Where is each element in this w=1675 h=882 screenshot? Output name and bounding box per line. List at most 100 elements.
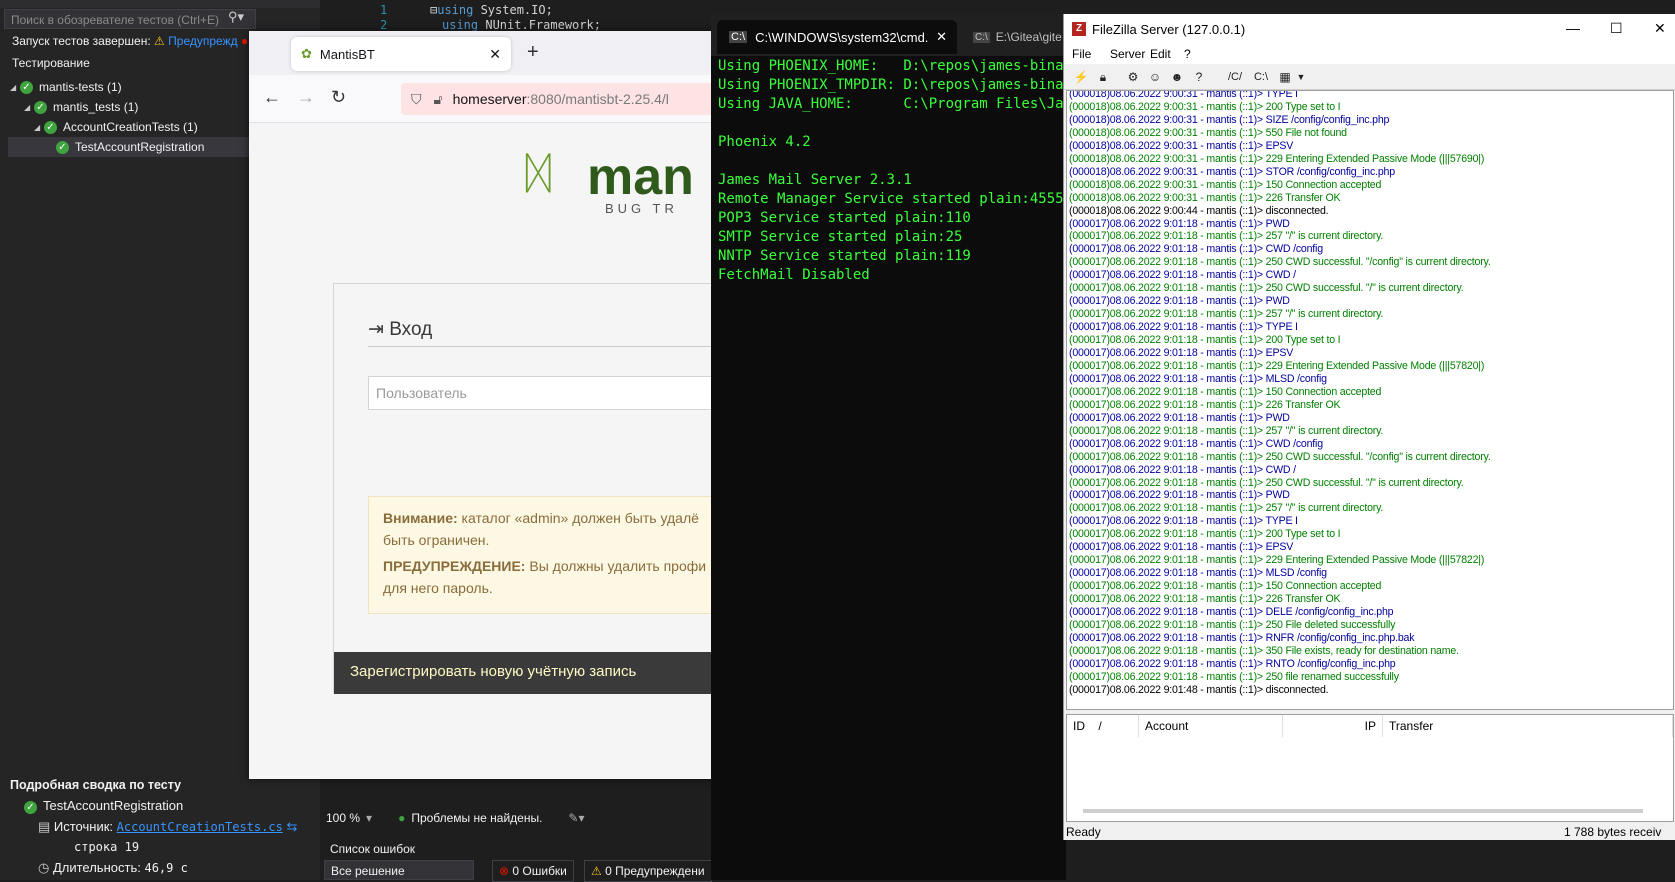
log-line: (000017)08.06.2022 9:01:18 - mantis (::1…: [1069, 385, 1382, 398]
browser-tab-mantisbt[interactable]: ✿ MantisBT ✕: [291, 37, 511, 71]
passed-icon: ✓: [56, 140, 69, 154]
console-line: FetchMail Disabled: [718, 267, 870, 283]
tree-item-test[interactable]: ✓ TestAccountRegistration: [8, 137, 250, 157]
brush-icon[interactable]: ✎▾: [568, 811, 584, 825]
source-file-link[interactable]: AccountCreationTests.cs: [117, 820, 283, 834]
log-line: (000017)08.06.2022 9:01:18 - mantis (::1…: [1069, 437, 1323, 450]
search-icon[interactable]: ⚲▾: [228, 9, 244, 25]
log-line: (000017)08.06.2022 9:01:18 - mantis (::1…: [1069, 424, 1384, 437]
forward-button[interactable]: →: [297, 87, 315, 108]
tree-item-label: AccountCreationTests (1): [63, 120, 198, 134]
connect-icon[interactable]: ⚡: [1072, 68, 1090, 86]
path-unix-button[interactable]: /C/: [1222, 68, 1248, 86]
zoom-select[interactable]: 100 %: [326, 811, 360, 825]
username-input[interactable]: Пользователь: [368, 376, 719, 410]
lock-icon[interactable]: 🔒︎: [1094, 68, 1112, 86]
log-line: (000017)08.06.2022 9:01:18 - mantis (::1…: [1069, 243, 1323, 256]
errors-filter-button[interactable]: ⊗ 0 Ошибки: [492, 860, 574, 882]
close-tab-icon[interactable]: ✕: [936, 29, 947, 45]
scope-select[interactable]: Все решение: [324, 860, 474, 880]
admin-warning-alert: Внимание: каталог «admin» должен быть уд…: [368, 496, 719, 614]
reload-button[interactable]: ↻: [331, 87, 346, 108]
code-editor[interactable]: 1 ⊟using System.IO; 2 using NUnit.Framew…: [320, 0, 714, 32]
mantis-bug-icon: ᛞ: [525, 149, 552, 198]
menu-file[interactable]: File: [1072, 47, 1091, 61]
log-line: (000017)08.06.2022 9:01:18 - mantis (::1…: [1069, 606, 1394, 618]
tree-item-label: TestAccountRegistration: [75, 140, 205, 154]
summary-line-num: 19: [124, 840, 140, 854]
log-line: (000017)08.06.2022 9:01:18 - mantis (::1…: [1069, 217, 1290, 230]
chevron-down-icon[interactable]: ▼: [1292, 68, 1310, 86]
users-icon[interactable]: ☺: [1146, 68, 1164, 86]
expand-icon[interactable]: ◢: [34, 123, 44, 132]
code-keyword: using: [442, 18, 479, 32]
menu-server[interactable]: Server: [1110, 47, 1145, 61]
shield-icon[interactable]: ⛉: [411, 91, 422, 108]
code-line[interactable]: ⊟using System.IO;: [430, 3, 553, 17]
summary-test-row: ✓ TestAccountRegistration: [24, 798, 183, 814]
summary-duration-row: ◷ Длительность: 46,9 с: [38, 860, 188, 876]
column-id-label: ID: [1073, 719, 1085, 733]
maximize-button[interactable]: ☐: [1610, 20, 1623, 37]
column-account[interactable]: Account: [1139, 715, 1283, 737]
log-line: (000017)08.06.2022 9:01:18 - mantis (::1…: [1069, 515, 1298, 528]
editor-status-and-errors: 100 % ▾ ● Проблемы не найдены. ✎▾ Список…: [320, 800, 714, 882]
filezilla-server-window: Z FileZilla Server (127.0.0.1) — ☐ ✕ Fil…: [1063, 14, 1675, 840]
settings-icon[interactable]: ⚙: [1124, 68, 1142, 86]
ok-icon: ●: [398, 811, 406, 825]
code-line[interactable]: using NUnit.Framework;: [442, 18, 601, 32]
terminal-tab-gitea[interactable]: C:\ E:\Gitea\gite: [963, 20, 1066, 54]
chevron-down-icon[interactable]: ▾: [366, 811, 372, 825]
scope-value: Все решение: [331, 864, 405, 878]
log-line: (000017)08.06.2022 9:01:18 - mantis (::1…: [1069, 334, 1341, 347]
tab-title: MantisBT: [319, 46, 375, 62]
share-icon[interactable]: ⇆: [286, 819, 297, 834]
log-line: (000017)08.06.2022 9:01:18 - mantis (::1…: [1069, 463, 1296, 476]
menu-edit[interactable]: Edit: [1150, 47, 1171, 61]
column-ip[interactable]: IP: [1283, 715, 1383, 737]
status-bytes: 1 788 bytes receiv: [1564, 825, 1662, 839]
log-line: (000017)08.06.2022 9:01:18 - mantis (::1…: [1069, 567, 1327, 580]
horizontal-scrollbar[interactable]: [1083, 809, 1643, 813]
connections-list[interactable]: ID / Account IP Transfer: [1066, 714, 1674, 822]
terminal-tab-strip: C:\ C:\WINDOWS\system32\cmd. ✕ C:\ E:\Gi…: [711, 14, 1066, 56]
new-tab-button[interactable]: +: [527, 41, 539, 64]
menu-help[interactable]: ?: [1184, 47, 1191, 61]
column-account-label: Account: [1145, 719, 1189, 733]
log-line: (000017)08.06.2022 9:01:18 - mantis (::1…: [1069, 541, 1294, 554]
alert-line-2: ПРЕДУПРЕЖДЕНИЕ: Вы должны удалить профи …: [383, 555, 719, 599]
sort-indicator: /: [1098, 719, 1102, 733]
test-search-input[interactable]: Поиск в обозревателе тестов (Ctrl+E): [4, 9, 256, 29]
expand-icon[interactable]: ◢: [10, 83, 20, 92]
warnings-filter-button[interactable]: ⚠ 0 Предупреждени: [584, 860, 712, 882]
back-button[interactable]: ←: [263, 87, 281, 108]
log-line: (000017)08.06.2022 9:01:18 - mantis (::1…: [1069, 489, 1290, 502]
log-line: (000017)08.06.2022 9:01:18 - mantis (::1…: [1069, 321, 1298, 334]
status-warning-link[interactable]: Предупрежд: [168, 34, 237, 48]
server-log[interactable]: (000018)08.06.2022 9:00:31 - mantis (::1…: [1066, 90, 1674, 710]
help-icon[interactable]: ?: [1190, 68, 1208, 86]
register-account-link[interactable]: Зарегистрировать новую учётную запись: [334, 652, 719, 694]
errors-title: Список ошибок: [330, 842, 416, 856]
groups-icon[interactable]: ☻: [1168, 68, 1186, 86]
close-button[interactable]: ✕: [1654, 20, 1666, 37]
log-line: (000018)08.06.2022 9:00:31 - mantis (::1…: [1069, 113, 1390, 126]
minimize-button[interactable]: —: [1566, 20, 1580, 36]
log-line: (000017)08.06.2022 9:01:18 - mantis (::1…: [1069, 476, 1464, 489]
lock-warning-icon[interactable]: 🔓︎: [434, 91, 443, 108]
column-id[interactable]: ID /: [1067, 715, 1139, 737]
address-bar[interactable]: ⛉ 🔓︎ homeserver:8080/mantisbt-2.25.4/l: [401, 83, 719, 115]
tree-item-namespace[interactable]: ◢ ✓ mantis_tests (1): [24, 97, 138, 117]
column-transfer[interactable]: Transfer: [1383, 715, 1673, 737]
console-line: Remote Manager Service started plain:455…: [718, 191, 1064, 207]
log-line: (000018)08.06.2022 9:00:31 - mantis (::1…: [1069, 191, 1341, 204]
tree-item-class[interactable]: ◢ ✓ AccountCreationTests (1): [34, 117, 198, 137]
close-tab-icon[interactable]: ✕: [489, 46, 501, 63]
log-line: (000017)08.06.2022 9:01:48 - mantis (::1…: [1069, 683, 1329, 696]
tree-item-project[interactable]: ◢ ✓ mantis-tests (1): [10, 77, 122, 97]
cmd-icon: C:\: [729, 31, 748, 43]
path-windows-button[interactable]: C:\: [1250, 68, 1272, 86]
test-explorer-toolbar: [0, 0, 320, 8]
terminal-tab-cmd[interactable]: C:\ C:\WINDOWS\system32\cmd. ✕: [717, 20, 957, 54]
expand-icon[interactable]: ◢: [24, 103, 34, 112]
